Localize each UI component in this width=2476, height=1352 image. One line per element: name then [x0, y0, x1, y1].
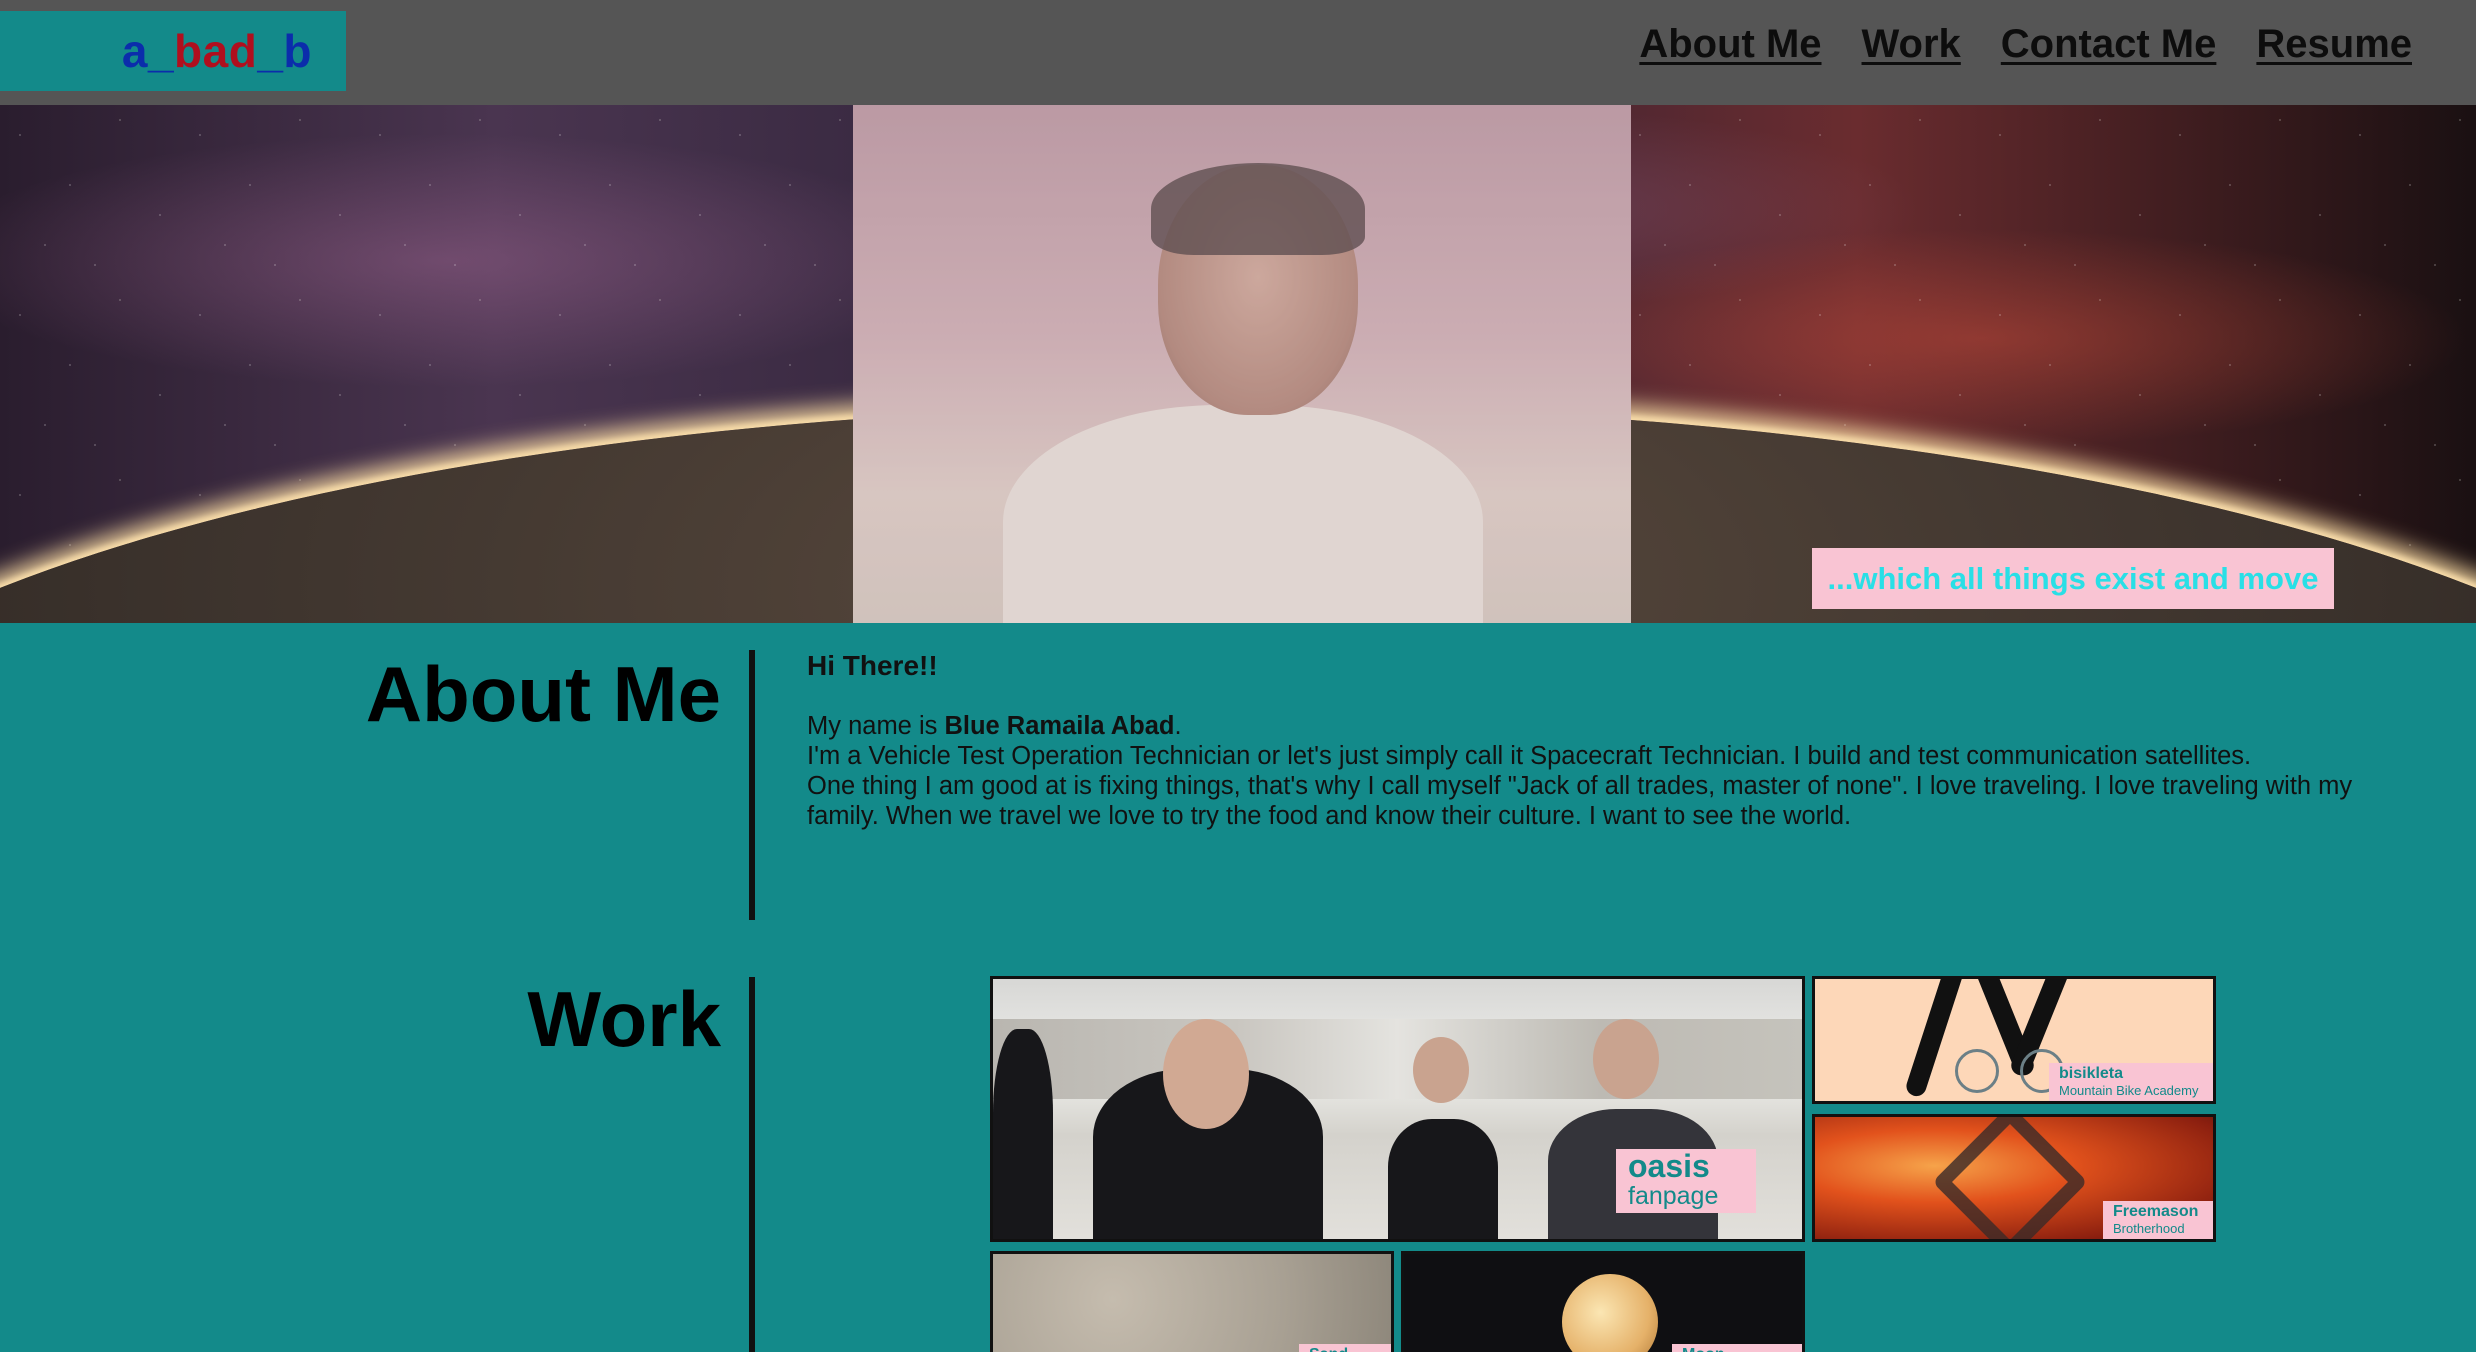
project-title: Freemason: [2113, 1203, 2199, 1220]
oasis-figure-4: [993, 1029, 1053, 1239]
project-tile-freemason[interactable]: Freemason Brotherhood: [1812, 1114, 2216, 1242]
project-subtitle: Brotherhood: [2113, 1221, 2185, 1236]
project-tile-oasis[interactable]: oasis fanpage: [990, 976, 1805, 1242]
project-tile-sand[interactable]: Sand: [990, 1251, 1394, 1352]
bike-wheel-icon: [1955, 1049, 1999, 1093]
about-greeting: Hi There!!: [807, 650, 938, 681]
project-title: oasis: [1628, 1148, 1710, 1184]
project-label-sand: Sand: [1299, 1344, 1391, 1352]
about-job-line: I'm a Vehicle Test Operation Technician …: [807, 742, 2252, 770]
oasis-figure-1-head: [1163, 1019, 1249, 1129]
hero-banner: ...which all things exist and move: [0, 105, 2476, 623]
site-header: a_ bad _b About Me Work Contact Me Resume: [0, 0, 2476, 105]
portrait-overlay: [853, 105, 1631, 623]
project-label-moon: Moon: [1672, 1344, 1802, 1352]
name-suffix: .: [1174, 712, 1182, 740]
logo-part-1: a_: [121, 25, 175, 77]
profile-portrait: [853, 105, 1631, 623]
project-subtitle: fanpage: [1628, 1182, 1719, 1210]
about-name-line: My name is Blue Ramaila Abad.: [807, 711, 2407, 741]
square-compass-icon: [1932, 1117, 2088, 1239]
oasis-figure-2-head: [1413, 1037, 1469, 1103]
work-divider: [749, 977, 755, 1352]
project-title: bisikleta: [2059, 1065, 2124, 1082]
hero-tagline: ...which all things exist and move: [1812, 548, 2334, 609]
site-logo[interactable]: a_ bad _b: [0, 11, 346, 91]
oasis-figure-2: [1388, 1119, 1498, 1239]
about-hobbies-line: One thing I am good at is fixing things,…: [807, 772, 2353, 830]
person-name: Blue Ramaila Abad: [944, 712, 1175, 740]
nav-link-resume[interactable]: Resume: [2256, 22, 2412, 67]
about-text: Hi There!! My name is Blue Ramaila Abad.…: [807, 651, 2407, 831]
name-prefix: My name is: [807, 712, 945, 740]
about-divider: [749, 650, 755, 920]
project-label-freemason: Freemason Brotherhood: [2103, 1201, 2213, 1239]
nav-link-about-me[interactable]: About Me: [1639, 22, 1821, 67]
project-subtitle: Mountain Bike Academy: [2059, 1083, 2199, 1098]
project-tile-moon[interactable]: Moon: [1401, 1251, 1805, 1352]
nav-link-contact-me[interactable]: Contact Me: [2001, 22, 2217, 67]
oasis-river-bank: [993, 1019, 1802, 1099]
moon-icon: [1562, 1274, 1658, 1352]
nav-link-work[interactable]: Work: [1862, 22, 1961, 67]
about-section-title: About Me: [365, 650, 721, 738]
logo-part-3: _b: [257, 25, 312, 77]
work-section-title: Work: [527, 975, 721, 1063]
oasis-figure-3-head: [1593, 1019, 1659, 1099]
project-tile-bisikleta[interactable]: bisikleta Mountain Bike Academy: [1812, 976, 2216, 1104]
main-nav: About Me Work Contact Me Resume: [1639, 22, 2412, 67]
logo-part-2: bad: [174, 25, 258, 77]
project-label-oasis: oasis fanpage: [1616, 1149, 1756, 1213]
project-label-bisikleta: bisikleta Mountain Bike Academy: [2049, 1063, 2213, 1101]
